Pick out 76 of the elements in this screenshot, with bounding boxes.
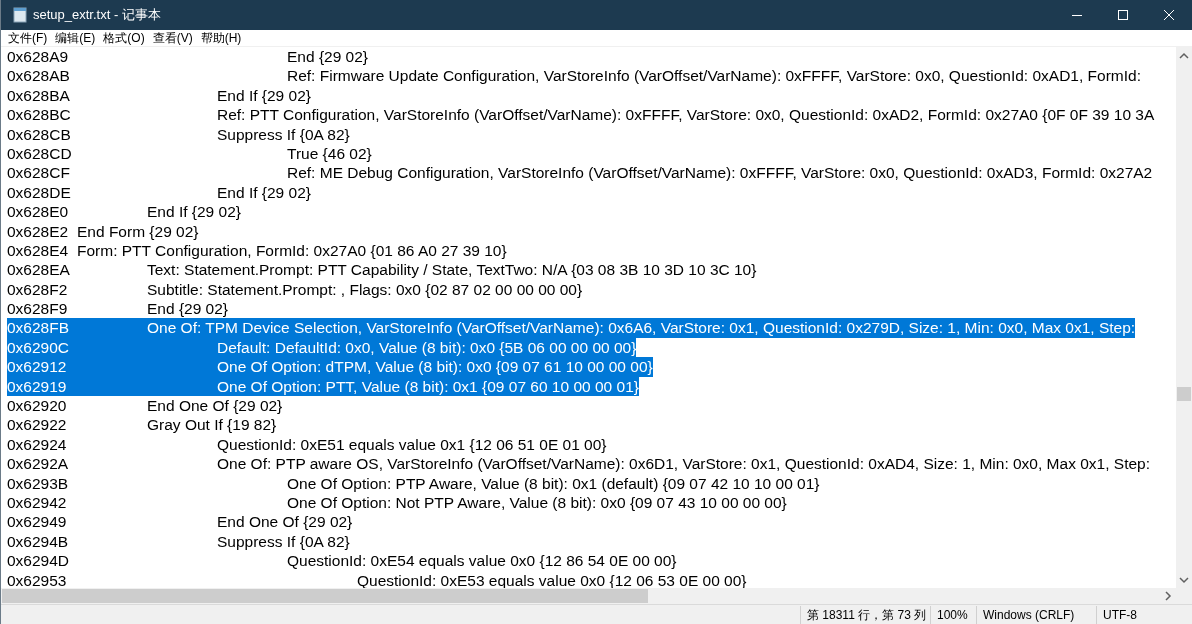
line-text: End {29 02} [286, 47, 369, 67]
vertical-scrollbar[interactable] [1176, 47, 1192, 604]
line-text: One Of Option: PTT, Value (8 bit): 0x1 {09 07 60 10 00 00 01} [77, 376, 639, 397]
line-text: Subtitle: Statement.Prompt: , Flags: 0x0 {02 87 02 00 00 00 00} [146, 279, 583, 300]
line-address: 0x62922 [7, 415, 68, 435]
line-address: 0x6294D [7, 551, 71, 571]
line-text: End Form {29 02} [77, 221, 199, 241]
line-text: End One Of {29 02} [216, 512, 353, 532]
line-address: 0x62942 [7, 493, 68, 513]
encoding: UTF-8 [1096, 605, 1192, 624]
line-text: One Of Option: PTP Aware, Value (8 bit): 0x1 (default) {09 07 42 10 10 00 01} [286, 473, 820, 493]
line-text: End If {29 02} [146, 202, 241, 222]
line-text: End If {29 02} [216, 85, 311, 106]
line-text: Suppress If {0A 82} [216, 531, 350, 552]
line-address: 0x628AB [7, 66, 71, 86]
line-address: 0x628CD [7, 143, 73, 164]
line-text: End If {29 02} [216, 182, 311, 203]
line-text: Form: PTT Configuration, FormId: 0x27A0 {01 86 A0 27 39 10} [77, 240, 507, 261]
line-text: Gray Out If {19 82} [146, 415, 277, 435]
line-address: 0x62920 [7, 396, 68, 416]
close-icon [1164, 10, 1174, 20]
line-address: 0x62924 [7, 434, 68, 455]
menu-item[interactable]: 文件(F) [1, 30, 52, 46]
scroll-right-icon[interactable] [1164, 591, 1172, 601]
line-text: True {46 02} [286, 143, 372, 164]
line-address: 0x628FB [7, 318, 77, 338]
line-address: 0x628CB [7, 124, 72, 144]
line-address: 0x6290C [7, 337, 77, 358]
line-address: 0x628E0 [7, 202, 70, 222]
maximize-icon [1118, 10, 1128, 20]
horizontal-scrollbar[interactable] [1, 588, 1176, 604]
line-address: 0x628EA [7, 260, 71, 280]
line-text: Ref: PTT Configuration, VarStoreInfo (VarOffset/VarName): 0xFFFF, VarStore: 0x0, QuestionId: 0xAD2, FormId: 0x27A0 {0F 0F 39 10 3A [216, 105, 1155, 125]
scroll-down-icon[interactable] [1179, 576, 1189, 584]
line-text: One Of: PTP aware OS, VarStoreInfo (VarOffset/VarName): 0x6D1, VarStore: 0x1, QuestionId: 0xAD4, Size: 1, Min: 0x0, Max 0x1, Step: [216, 454, 1150, 474]
menu-item[interactable]: 编辑(E) [51, 30, 100, 46]
line-address: 0x628E4 [7, 240, 70, 261]
line-text: One Of: TPM Device Selection, VarStoreInfo (VarOffset/VarName): 0x6A6, VarStore: 0x1, QuestionId: 0x279D, Size: 1, Min: 0x0, Max 0x1, Step: [77, 318, 1136, 338]
line-address: 0x62919 [7, 376, 77, 397]
line-address: 0x628CF [7, 163, 71, 183]
line-address: 0x6294B [7, 531, 70, 552]
line-text: End One Of {29 02} [146, 396, 283, 416]
line-address: 0x62912 [7, 357, 77, 377]
window-title: setup_extr.txt - 记事本 [33, 6, 161, 25]
line-address: 0x6293B [7, 473, 70, 493]
line-address: 0x62949 [7, 512, 68, 532]
menu-item[interactable]: 查看(V) [148, 30, 197, 46]
line-address: 0x628A9 [7, 47, 70, 67]
line-address: 0x628F9 [7, 299, 69, 319]
line-address: 0x628F2 [7, 279, 69, 300]
notepad-icon [13, 7, 27, 23]
line-address: 0x628BC [7, 105, 72, 125]
line-address: 0x628E2 [7, 221, 70, 241]
menu-item[interactable]: 帮助(H) [196, 30, 246, 46]
line-text: End {29 02} [146, 299, 229, 319]
line-ending: Windows (CRLF) [976, 605, 1096, 624]
line-text: One Of Option: dTPM, Value (8 bit): 0x0 {09 07 61 10 00 00 00} [77, 357, 653, 377]
scroll-up-icon[interactable] [1179, 52, 1189, 60]
line-address: 0x628BA [7, 85, 71, 106]
line-address: 0x6292A [7, 454, 70, 474]
line-text: Text: Statement.Prompt: PTT Capability / State, TextTwo: N/A {03 08 3B 10 3D 10 3C 10} [146, 260, 757, 280]
line-text: QuestionId: 0xE54 equals value 0x0 {12 86 54 0E 00 00} [286, 551, 677, 571]
line-address: 0x62953 [7, 570, 68, 588]
line-text: QuestionId: 0xE53 equals value 0x0 {12 06 53 0E 00 00} [356, 570, 747, 588]
line-text: QuestionId: 0xE51 equals value 0x1 {12 06 51 0E 01 00} [216, 434, 607, 455]
line-text: Ref: ME Debug Configuration, VarStoreInfo (VarOffset/VarName): 0xFFFF, VarStore: 0x0, QuestionId: 0xAD3, FormId: 0x27A2 [286, 163, 1153, 183]
line-text: One Of Option: Not PTP Aware, Value (8 bit): 0x0 {09 07 43 10 00 00 00} [286, 493, 787, 513]
line-address: 0x628DE [7, 182, 72, 203]
cursor-position: 第 18311 行，第 73 列 [800, 605, 930, 624]
line-text: Ref: Firmware Update Configuration, VarStoreInfo (VarOffset/VarName): 0xFFFF, VarStore: 0x0, QuestionId: 0xAD1, FormId: [286, 66, 1141, 86]
scrollbar-thumb[interactable] [2, 589, 648, 603]
menu-item[interactable]: 格式(O) [99, 30, 149, 46]
scrollbar-thumb[interactable] [1177, 387, 1191, 401]
zoom-level: 100% [930, 605, 976, 624]
line-text: Suppress If {0A 82} [216, 124, 350, 144]
line-text: Default: DefaultId: 0x0, Value (8 bit): 0x0 {5B 06 00 00 00 00} [77, 337, 637, 358]
